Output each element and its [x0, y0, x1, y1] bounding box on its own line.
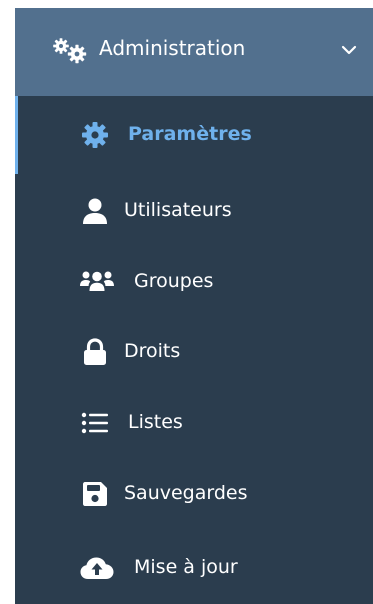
cogs-icon	[53, 38, 87, 64]
administration-label: Administration	[99, 36, 246, 60]
menu-item-label: Sauvegardes	[124, 482, 248, 504]
menu-item-utilisateurs[interactable]: Utilisateurs	[15, 181, 373, 241]
gear-icon	[82, 122, 108, 148]
menu-item-mise-a-jour[interactable]: Mise à jour	[15, 538, 373, 598]
user-icon	[83, 198, 107, 224]
menu-item-listes[interactable]: Listes	[15, 393, 373, 453]
save-icon	[83, 482, 107, 506]
users-icon	[80, 271, 114, 291]
menu-item-parametres[interactable]: Paramètres	[15, 105, 373, 165]
administration-header[interactable]: Administration	[15, 8, 373, 96]
menu-item-label: Mise à jour	[134, 556, 238, 578]
chevron-down-icon[interactable]	[339, 40, 359, 60]
lock-icon	[84, 338, 106, 365]
menu-item-label: Paramètres	[128, 123, 252, 145]
admin-menu: Administration Paramètres Utilisateurs G…	[15, 8, 373, 604]
menu-item-label: Utilisateurs	[124, 199, 232, 221]
menu-item-label: Listes	[128, 411, 183, 433]
list-icon	[81, 412, 108, 434]
menu-item-label: Groupes	[134, 270, 214, 292]
cloud-upload-icon	[80, 557, 114, 579]
menu-item-groupes[interactable]: Groupes	[15, 252, 373, 312]
menu-item-sauvegardes[interactable]: Sauvegardes	[15, 464, 373, 524]
menu-item-droits[interactable]: Droits	[15, 322, 373, 382]
menu-item-label: Droits	[124, 340, 181, 362]
